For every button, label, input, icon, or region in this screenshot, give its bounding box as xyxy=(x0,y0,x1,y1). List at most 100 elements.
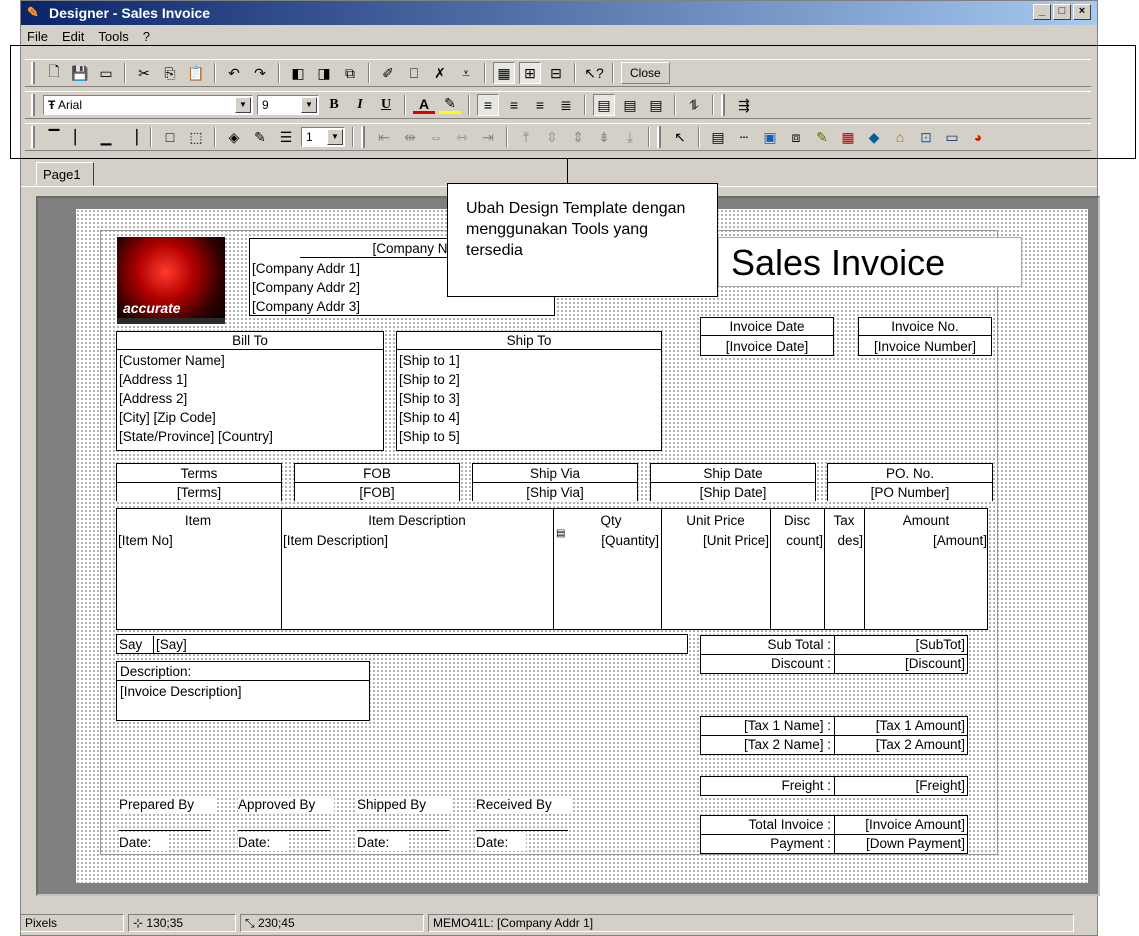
freight-value: [Freight] xyxy=(837,777,965,794)
total-invoice-label: Total Invoice : xyxy=(703,816,831,833)
signature-label[interactable]: Received By xyxy=(476,796,572,813)
status-position-value: 130;35 xyxy=(146,916,184,930)
ship-via-box[interactable]: Ship Via [Ship Via] xyxy=(472,463,638,501)
cell-unit-price[interactable]: [Unit Price] xyxy=(663,532,769,549)
say-box[interactable]: Say [Say] xyxy=(116,634,688,654)
signature-line xyxy=(238,830,330,831)
terms-value: [Terms] xyxy=(117,484,281,501)
tab-page1[interactable]: Page1 xyxy=(36,162,94,186)
bill-to-line: [Customer Name] xyxy=(119,352,379,369)
callout-note: Ubah Design Template dengan menggunakan … xyxy=(447,183,718,297)
signature-date[interactable]: Date: xyxy=(476,834,526,851)
invoice-date-header: Invoice Date xyxy=(701,318,833,336)
invoice-no-box[interactable]: Invoice No. [Invoice Number] xyxy=(858,317,992,356)
total-box[interactable]: Total Invoice : [Invoice Amount] Payment… xyxy=(700,815,968,854)
company-addr-1[interactable]: [Company Addr 1] xyxy=(252,260,402,277)
status-size: ⤡ 230;45 xyxy=(240,914,424,932)
position-icon: ⊹ xyxy=(133,916,147,930)
ship-date-box[interactable]: Ship Date [Ship Date] xyxy=(650,463,816,501)
ship-to-line: [Ship to 2] xyxy=(399,371,657,388)
signature-line xyxy=(119,830,211,831)
say-label: Say xyxy=(119,636,149,653)
menu-help[interactable]: ? xyxy=(143,27,150,47)
menu-edit[interactable]: Edit xyxy=(62,27,84,47)
cell-amount[interactable]: [Amount] xyxy=(866,532,987,549)
invoice-title: Sales Invoice xyxy=(731,242,946,283)
col-header-amount[interactable]: Amount xyxy=(866,512,986,529)
cell-item-no[interactable]: [Item No] xyxy=(118,532,278,549)
close-window-button[interactable]: × xyxy=(1073,4,1091,20)
ship-to-line: [Ship to 5] xyxy=(399,428,657,445)
column-divider xyxy=(834,777,835,795)
col-header-tax[interactable]: Tax xyxy=(826,512,862,529)
ship-date-value: [Ship Date] xyxy=(651,484,815,501)
po-no-header: PO. No. xyxy=(828,465,992,483)
title-box[interactable]: Sales Invoice xyxy=(718,237,1022,287)
invoice-date-value: [Invoice Date] xyxy=(701,338,833,355)
cell-tax[interactable]: des] xyxy=(826,532,863,549)
status-selection: MEMO41L: [Company Addr 1] xyxy=(428,914,1074,932)
maximize-button[interactable]: □ xyxy=(1053,4,1071,20)
status-size-value: 230;45 xyxy=(257,916,295,930)
menu-bar: File Edit Tools ? xyxy=(21,27,150,47)
logo-text: accurate xyxy=(123,300,181,316)
po-no-box[interactable]: PO. No. [PO Number] xyxy=(827,463,993,501)
company-addr-3[interactable]: [Company Addr 3] xyxy=(252,298,402,315)
signature-date[interactable]: Date: xyxy=(357,834,407,851)
col-header-unit-price[interactable]: Unit Price xyxy=(663,512,768,529)
col-header-qty[interactable]: Qty xyxy=(566,512,656,529)
minimize-button[interactable]: _ xyxy=(1033,4,1051,20)
column-divider xyxy=(661,508,662,630)
company-logo[interactable]: accurate xyxy=(117,237,225,324)
tax2-value: [Tax 2 Amount] xyxy=(837,736,965,753)
discount-label: Discount : xyxy=(703,655,831,672)
company-addr-2[interactable]: [Company Addr 2] xyxy=(252,279,402,296)
signature-date[interactable]: Date: xyxy=(119,834,169,851)
column-divider xyxy=(281,508,282,630)
ship-via-header: Ship Via xyxy=(473,465,637,483)
subtotal-label: Sub Total : xyxy=(703,636,831,653)
col-header-item[interactable]: Item xyxy=(118,512,278,529)
signature-label[interactable]: Prepared By xyxy=(119,796,215,813)
ship-to-header: Ship To xyxy=(397,332,661,350)
description-value: [Invoice Description] xyxy=(117,683,369,700)
column-divider xyxy=(864,508,865,630)
logo-bar xyxy=(117,318,225,324)
cell-discount[interactable]: count] xyxy=(772,532,823,549)
bill-to-line: [Address 1] xyxy=(119,371,379,388)
ship-to-box[interactable]: Ship To [Ship to 1] [Ship to 2] [Ship to… xyxy=(396,331,662,451)
fob-value: [FOB] xyxy=(295,484,459,501)
signature-label[interactable]: Shipped By xyxy=(357,796,453,813)
say-value: [Say] xyxy=(153,636,253,653)
subtotal-box[interactable]: Sub Total : [SubTot] Discount : [Discoun… xyxy=(700,635,968,674)
bill-to-box[interactable]: Bill To [Customer Name] [Address 1] [Add… xyxy=(116,331,384,451)
invoice-no-header: Invoice No. xyxy=(859,318,991,336)
col-header-description[interactable]: Item Description xyxy=(283,512,551,529)
tax1-value: [Tax 1 Amount] xyxy=(837,717,965,734)
terms-box[interactable]: Terms [Terms] xyxy=(116,463,282,501)
col-header-disc[interactable]: Disc xyxy=(772,512,822,529)
toolbar-highlight-frame xyxy=(10,45,1136,159)
terms-header: Terms xyxy=(117,465,281,483)
cell-item-description[interactable]: [Item Description] xyxy=(283,532,551,549)
cell-quantity[interactable]: [Quantity] xyxy=(566,532,659,549)
menu-file[interactable]: File xyxy=(27,27,48,47)
invoice-date-box[interactable]: Invoice Date [Invoice Date] xyxy=(700,317,834,356)
fob-header: FOB xyxy=(295,465,459,483)
signature-date[interactable]: Date: xyxy=(238,834,288,851)
menu-tools[interactable]: Tools xyxy=(98,27,128,47)
bill-to-line: [City] [Zip Code] xyxy=(119,409,379,426)
freight-label: Freight : xyxy=(703,777,831,794)
fob-box[interactable]: FOB [FOB] xyxy=(294,463,460,501)
ship-via-value: [Ship Via] xyxy=(473,484,637,501)
subtotal-value: [SubTot] xyxy=(837,636,965,653)
tax-box[interactable]: [Tax 1 Name] : [Tax 1 Amount] [Tax 2 Nam… xyxy=(700,716,968,755)
signature-label[interactable]: Approved By xyxy=(238,796,334,813)
description-box[interactable]: Description: [Invoice Description] xyxy=(116,661,370,721)
ship-to-line: [Ship to 1] xyxy=(399,352,657,369)
column-divider xyxy=(824,508,825,630)
bill-to-line: [State/Province] [Country] xyxy=(119,428,379,445)
size-icon: ⤡ xyxy=(245,916,258,930)
freight-box[interactable]: Freight : [Freight] xyxy=(700,776,968,796)
payment-label: Payment : xyxy=(703,835,831,852)
